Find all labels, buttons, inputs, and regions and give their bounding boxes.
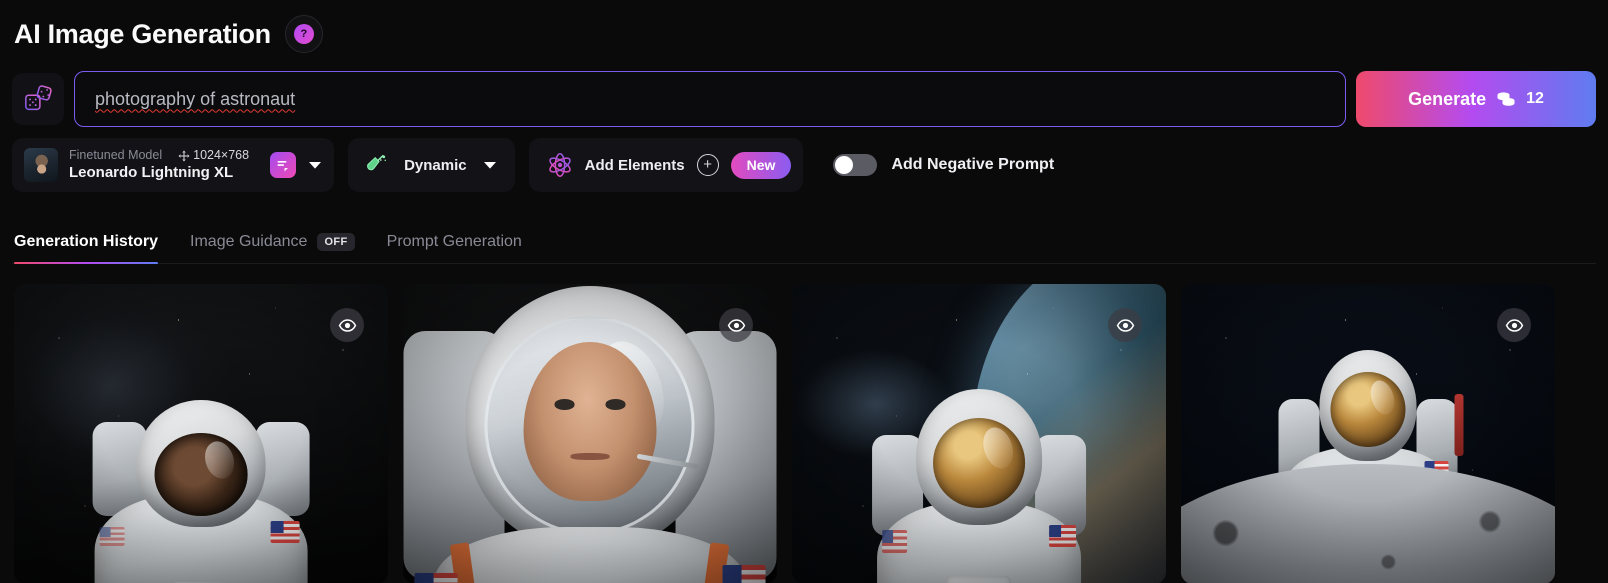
prompt-input-value: photography of astronaut bbox=[95, 88, 296, 109]
generated-image-card[interactable] bbox=[1181, 284, 1555, 583]
preset-selector[interactable]: Dynamic bbox=[348, 138, 515, 192]
mouth bbox=[570, 453, 610, 460]
preview-toggle-button[interactable] bbox=[330, 308, 364, 342]
tab-bar: Generation History Image Guidance OFF Pr… bbox=[12, 208, 1596, 264]
page-header: AI Image Generation ? bbox=[12, 0, 1596, 68]
flag-patch bbox=[881, 530, 908, 554]
generation-history-gallery bbox=[12, 284, 1596, 583]
model-meta: Finetuned Model 1024×768 Leonardo Lightn… bbox=[69, 147, 250, 181]
negative-prompt-toggle[interactable] bbox=[833, 154, 878, 176]
model-name: Leonardo Lightning XL bbox=[69, 163, 234, 181]
visor-glint bbox=[977, 423, 1018, 472]
astronaut-figure bbox=[863, 350, 1095, 583]
eye bbox=[554, 399, 575, 410]
chevron-down-icon[interactable] bbox=[483, 161, 497, 170]
tab-label: Prompt Generation bbox=[386, 233, 522, 250]
potion-flask-icon bbox=[367, 154, 387, 171]
tab-label: Generation History bbox=[14, 233, 159, 250]
eye-icon bbox=[338, 318, 356, 332]
add-elements-label: Add Elements bbox=[584, 156, 685, 174]
tab-label: Image Guidance bbox=[190, 233, 308, 250]
tab-prompt-generation[interactable]: Prompt Generation bbox=[387, 233, 522, 263]
astronaut-face bbox=[523, 342, 657, 501]
generate-button-label: Generate bbox=[1408, 88, 1487, 109]
negative-prompt-control[interactable]: Add Negative Prompt bbox=[833, 154, 1054, 176]
image-guidance-status-badge: OFF bbox=[317, 233, 355, 251]
model-thumbnail bbox=[24, 148, 58, 182]
flag-patch bbox=[270, 521, 300, 544]
tab-generation-history[interactable]: Generation History bbox=[14, 233, 159, 264]
chest-control-box bbox=[946, 575, 1012, 583]
eye bbox=[605, 399, 626, 410]
model-tools bbox=[270, 152, 322, 178]
preset-label: Dynamic bbox=[404, 156, 467, 174]
visor bbox=[932, 417, 1026, 508]
flag-patch bbox=[1048, 524, 1077, 548]
eye-icon bbox=[1505, 318, 1523, 332]
note-edit-icon[interactable] bbox=[270, 152, 297, 178]
generate-button[interactable]: Generate 12 bbox=[1356, 71, 1596, 127]
ai-image-generation-page: AI Image Generation ? photography of ast… bbox=[0, 0, 1608, 583]
prompt-bar: photography of astronaut Generate 12 bbox=[12, 68, 1596, 130]
prompt-input[interactable]: photography of astronaut bbox=[74, 71, 1346, 127]
tab-image-guidance[interactable]: Image Guidance OFF bbox=[190, 233, 355, 263]
resize-move-icon bbox=[178, 150, 190, 162]
model-dimensions-label: 1024×768 bbox=[193, 147, 250, 162]
note-lines-glyph bbox=[277, 161, 289, 172]
generated-image-card[interactable] bbox=[403, 284, 777, 583]
generated-image-card[interactable] bbox=[14, 284, 388, 583]
visor-glint bbox=[1366, 376, 1399, 417]
visor-glint bbox=[200, 437, 239, 483]
astronaut-figure bbox=[78, 350, 325, 583]
dice-icon bbox=[25, 85, 52, 111]
page-title: AI Image Generation bbox=[14, 18, 271, 49]
preview-toggle-button[interactable] bbox=[1497, 308, 1531, 342]
model-kind-label: Finetuned Model bbox=[69, 147, 163, 162]
plus-circle-icon[interactable]: + bbox=[696, 154, 719, 176]
flag-patch bbox=[414, 572, 458, 583]
negative-prompt-label: Add Negative Prompt bbox=[891, 156, 1055, 173]
preview-toggle-button[interactable] bbox=[719, 308, 753, 342]
flag-patch bbox=[99, 526, 125, 546]
atom-icon bbox=[548, 153, 571, 177]
add-elements-control[interactable]: Add Elements + New bbox=[528, 138, 804, 192]
new-badge: New bbox=[730, 151, 792, 179]
question-mark-icon: ? bbox=[293, 24, 314, 44]
generated-image-card[interactable] bbox=[792, 284, 1166, 583]
flag-patch bbox=[722, 565, 766, 583]
chevron-down-icon[interactable] bbox=[308, 161, 322, 170]
model-dimensions: 1024×768 bbox=[178, 147, 250, 163]
visor bbox=[154, 432, 248, 516]
visor bbox=[1330, 371, 1406, 448]
generate-token-cost: 12 bbox=[1526, 90, 1544, 107]
model-selector[interactable]: Finetuned Model 1024×768 Leonardo Lightn… bbox=[12, 138, 335, 192]
randomize-prompt-button[interactable] bbox=[12, 73, 64, 125]
toggle-knob bbox=[835, 156, 854, 174]
red-strap bbox=[1454, 394, 1464, 457]
help-button[interactable]: ? bbox=[284, 15, 323, 53]
preview-toggle-button[interactable] bbox=[1108, 308, 1142, 342]
eye-icon bbox=[1116, 318, 1134, 332]
coins-icon bbox=[1497, 92, 1515, 106]
eye-icon bbox=[727, 318, 745, 332]
settings-bar: Finetuned Model 1024×768 Leonardo Lightn… bbox=[12, 134, 1596, 196]
